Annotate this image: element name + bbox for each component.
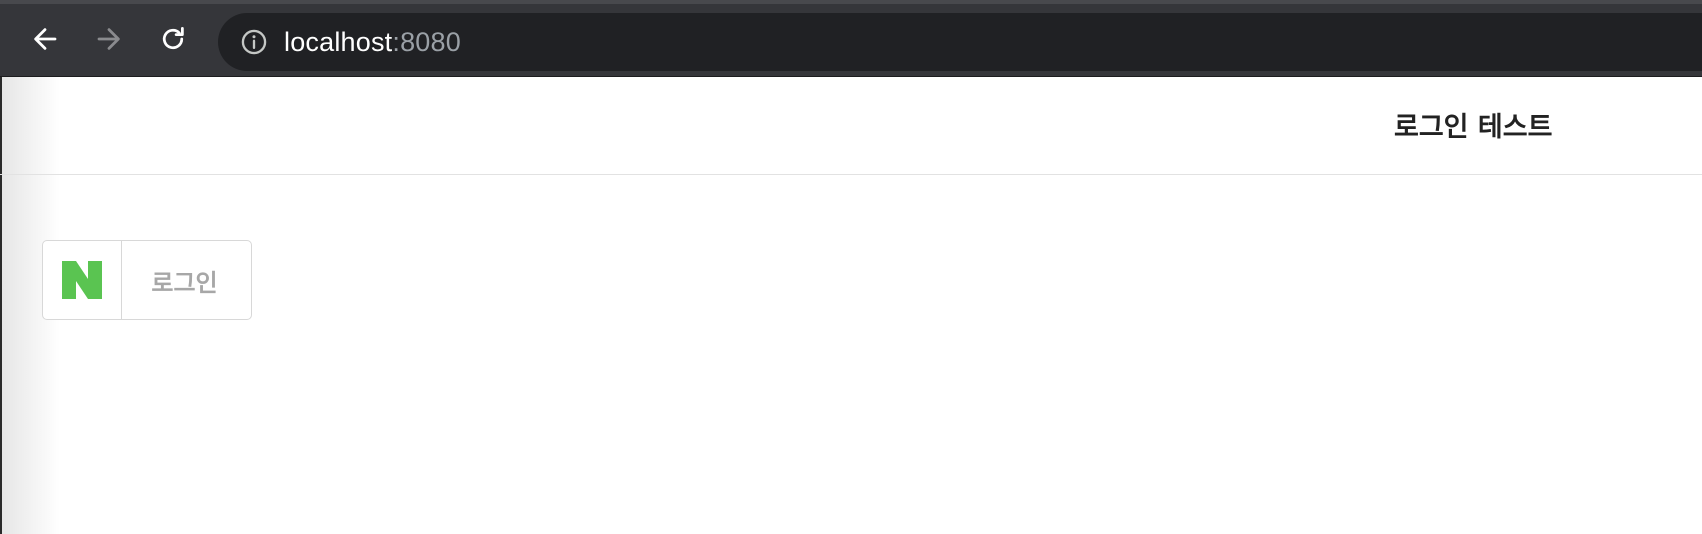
browser-toolbar: localhost:8080	[0, 0, 1702, 77]
url-host: localhost	[284, 26, 393, 57]
address-bar[interactable]: localhost:8080	[218, 13, 1702, 71]
naver-logo-box	[43, 241, 122, 319]
arrow-left-icon	[34, 28, 57, 50]
reload-button[interactable]	[152, 18, 194, 60]
naver-login-label: 로그인	[151, 268, 218, 297]
naver-n-logo-icon	[62, 261, 102, 299]
info-circle-icon[interactable]	[240, 28, 268, 56]
url-text[interactable]: localhost:8080	[284, 27, 461, 58]
arrow-right-icon	[97, 28, 120, 50]
forward-button[interactable]	[88, 18, 130, 60]
page-title: 로그인 테스트	[1394, 112, 1553, 143]
reload-icon	[162, 27, 184, 50]
page-viewport: 로그인 테스트 로그인	[0, 77, 1702, 534]
url-port: :8080	[392, 26, 461, 57]
page-header: 로그인 테스트	[0, 77, 1702, 175]
back-button[interactable]	[24, 18, 66, 60]
naver-login-button[interactable]: 로그인	[42, 240, 252, 320]
